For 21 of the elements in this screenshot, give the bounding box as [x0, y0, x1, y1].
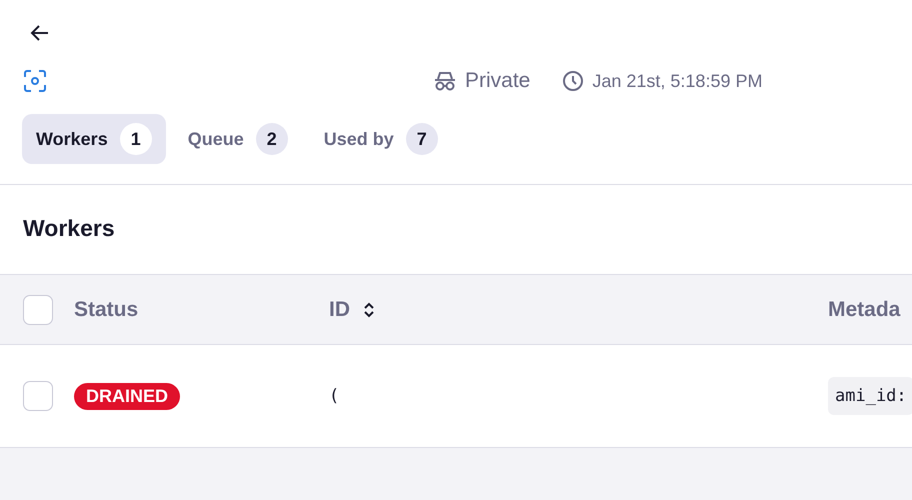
- column-header: Metada: [828, 298, 900, 322]
- tab[interactable]: Used by 7: [310, 114, 452, 164]
- column-header[interactable]: ID: [329, 298, 350, 322]
- tab[interactable]: Workers 1: [22, 114, 166, 164]
- metadata-tag: ami_id:: [828, 377, 912, 415]
- count-badge: 7: [406, 123, 438, 155]
- timestamp: Jan 21st, 5:18:59 PM: [592, 70, 762, 92]
- visibility-label: Private: [465, 69, 530, 93]
- select-all-checkbox[interactable]: [23, 294, 53, 324]
- incognito-icon: [433, 70, 457, 92]
- tab[interactable]: Queue 2: [174, 114, 302, 164]
- sort-icon[interactable]: [362, 302, 376, 318]
- row-checkbox[interactable]: [23, 381, 53, 411]
- count-badge: 2: [256, 123, 288, 155]
- column-header: Status: [74, 298, 138, 322]
- scan-icon[interactable]: [23, 69, 47, 93]
- table-cell: (: [329, 386, 340, 406]
- status-badge: DRAINED: [74, 382, 180, 410]
- count-badge: 1: [120, 123, 152, 155]
- clock-icon: [562, 70, 584, 92]
- section-title: Workers: [0, 185, 912, 274]
